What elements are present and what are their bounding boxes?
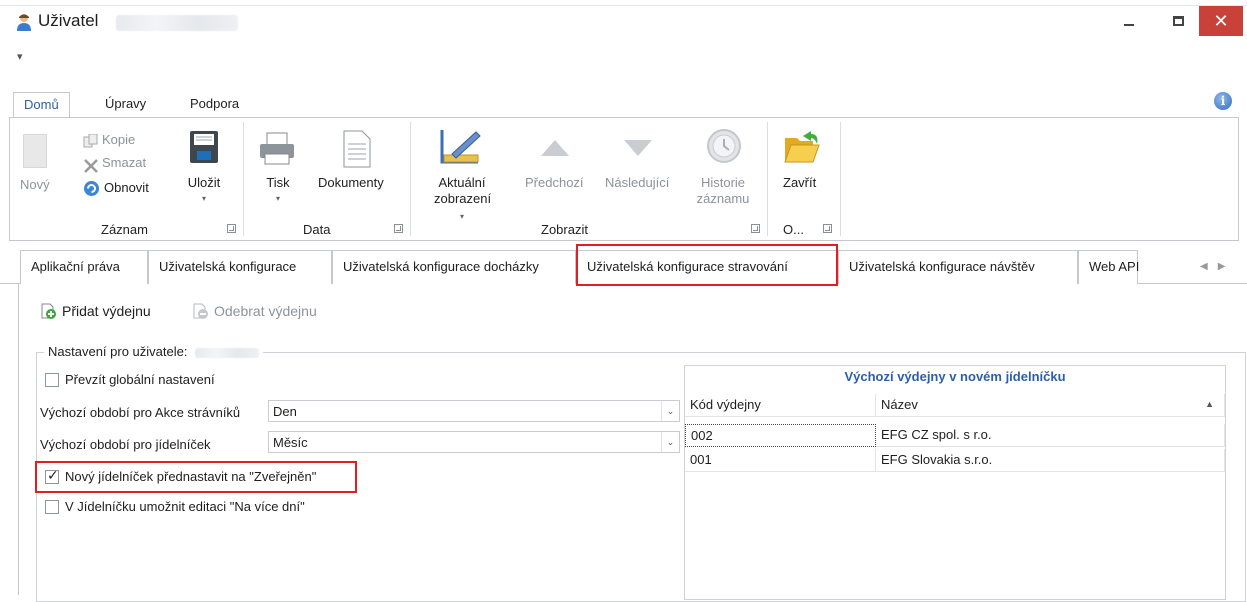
ribbon-group-separator xyxy=(410,122,411,236)
history-icon xyxy=(707,129,741,163)
close-button[interactable]: ✕ xyxy=(1199,6,1243,36)
sort-asc-icon: ▲ xyxy=(1205,399,1214,409)
add-icon xyxy=(41,303,56,319)
akce-period-value: Den xyxy=(273,404,297,419)
close-icon: ✕ xyxy=(1213,10,1229,32)
table-row-cell-code[interactable]: 002 xyxy=(685,424,876,447)
current-view-button[interactable]: Aktuální zobrazení ▾ xyxy=(434,175,491,225)
group-label-zaznam: Záznam xyxy=(101,222,148,237)
tab-konfigurace-navstev[interactable]: Uživatelská konfigurace návštěv xyxy=(838,250,1078,284)
tab-web-api[interactable]: Web API xyxy=(1078,250,1139,284)
copy-button[interactable]: Kopie xyxy=(102,132,135,148)
ribbon-group-separator xyxy=(840,122,841,236)
group-label-data: Data xyxy=(303,222,331,237)
group-launcher-zobrazit[interactable] xyxy=(751,224,760,233)
copy-icon xyxy=(83,134,98,148)
tab-aplikacni-prava[interactable]: Aplikační práva xyxy=(20,250,148,284)
table-row-cell-code[interactable]: 001 xyxy=(685,449,876,472)
info-icon[interactable]: i xyxy=(1214,92,1232,110)
arrow-down-icon xyxy=(624,140,652,156)
akce-period-label: Výchozí období pro Akce strávníků xyxy=(40,405,241,420)
delete-button[interactable]: Smazat xyxy=(102,155,146,171)
akce-period-select[interactable]: Den ⌄ xyxy=(268,400,680,422)
group-label-zobrazit: Zobrazit xyxy=(541,222,588,237)
grid-header-code[interactable]: Kód výdejny xyxy=(685,394,876,417)
ribbon: Nový Kopie Smazat Obnovit Uložit ▾ Tisk ▾ … xyxy=(9,117,1239,241)
redacted-user-name xyxy=(195,347,260,358)
refresh-icon xyxy=(84,181,99,196)
documents-icon xyxy=(343,130,371,168)
ribbon-group-separator xyxy=(767,122,768,236)
remove-icon xyxy=(193,303,208,319)
group-launcher-zaznam[interactable] xyxy=(227,224,236,233)
menu-period-value: Měsíc xyxy=(273,435,308,450)
save-icon xyxy=(190,131,218,163)
menu-period-select[interactable]: Měsíc ⌄ xyxy=(268,431,680,453)
group-launcher-o[interactable] xyxy=(823,224,832,233)
ribbon-group-separator xyxy=(243,122,244,236)
multi-day-edit-label: V Jídelníčku umožnit editaci "Na více dn… xyxy=(65,499,305,514)
save-button[interactable]: Uložit ▾ xyxy=(187,175,221,207)
ribbon-tab-podpora[interactable]: Podpora xyxy=(180,92,249,118)
window-title: Uživatel xyxy=(38,11,99,30)
grid-header-name[interactable]: Název ▲ xyxy=(876,394,1225,417)
table-row-cell-name[interactable]: EFG Slovakia s.r.o. xyxy=(876,449,1225,472)
add-dispensary-label: Přidat výdejnu xyxy=(62,303,151,319)
maximize-button[interactable] xyxy=(1155,6,1201,36)
new-document-icon xyxy=(23,134,47,168)
arrow-up-icon xyxy=(541,140,569,156)
minimize-button[interactable] xyxy=(1106,6,1152,36)
add-dispensary-button[interactable]: Přidat výdejnu xyxy=(40,303,151,319)
documents-button[interactable]: Dokumenty xyxy=(318,175,384,191)
user-icon xyxy=(17,14,31,31)
highlight-preset-checkbox xyxy=(35,461,357,493)
chevron-down-icon: ⌄ xyxy=(661,401,679,421)
ribbon-tab-upravy[interactable]: Úpravy xyxy=(95,92,156,118)
refresh-button[interactable]: Obnovit xyxy=(104,180,149,196)
table-row-cell-name[interactable]: EFG CZ spol. s r.o. xyxy=(876,424,1225,447)
highlight-active-tab xyxy=(576,244,838,286)
new-button[interactable]: Nový xyxy=(20,177,50,193)
grid-title: Výchozí výdejny v novém jídelníčku xyxy=(844,369,1066,384)
ribbon-tabs: Domů Úpravy Podpora xyxy=(0,88,1247,119)
take-global-settings-checkbox[interactable] xyxy=(45,373,59,387)
delete-icon xyxy=(84,159,98,173)
tab-scroll-arrows[interactable]: ◀▶ xyxy=(1200,261,1235,272)
ribbon-tab-domu[interactable]: Domů xyxy=(13,92,70,119)
history-button[interactable]: Historie záznamu xyxy=(695,175,751,207)
tab-konfigurace-dochazky[interactable]: Uživatelská konfigurace docházky xyxy=(332,250,576,284)
remove-dispensary-button[interactable]: Odebrat výdejnu xyxy=(192,303,317,319)
chevron-down-icon: ⌄ xyxy=(661,432,679,452)
printer-icon xyxy=(260,132,294,165)
next-button[interactable]: Následující xyxy=(605,175,669,191)
group-label-o: O... xyxy=(783,222,804,237)
print-button[interactable]: Tisk ▾ xyxy=(265,175,291,207)
take-global-settings-label: Převzít globální nastavení xyxy=(65,372,215,387)
quick-access-dropdown[interactable]: ▾ xyxy=(17,50,23,63)
user-settings-title: Nastavení pro uživatele: xyxy=(44,344,264,359)
menu-period-label: Výchozí období pro jídelníček xyxy=(40,437,211,452)
multi-day-edit-checkbox[interactable] xyxy=(45,500,59,514)
group-launcher-data[interactable] xyxy=(394,224,403,233)
tab-uzivatelska-konfigurace[interactable]: Uživatelská konfigurace xyxy=(148,250,332,284)
close-record-button[interactable]: Zavřít xyxy=(783,175,816,191)
close-folder-icon xyxy=(784,131,820,163)
redacted-user-name xyxy=(116,15,238,31)
remove-dispensary-label: Odebrat výdejnu xyxy=(214,303,317,319)
previous-button[interactable]: Předchozí xyxy=(525,175,584,191)
current-view-icon xyxy=(440,130,481,164)
